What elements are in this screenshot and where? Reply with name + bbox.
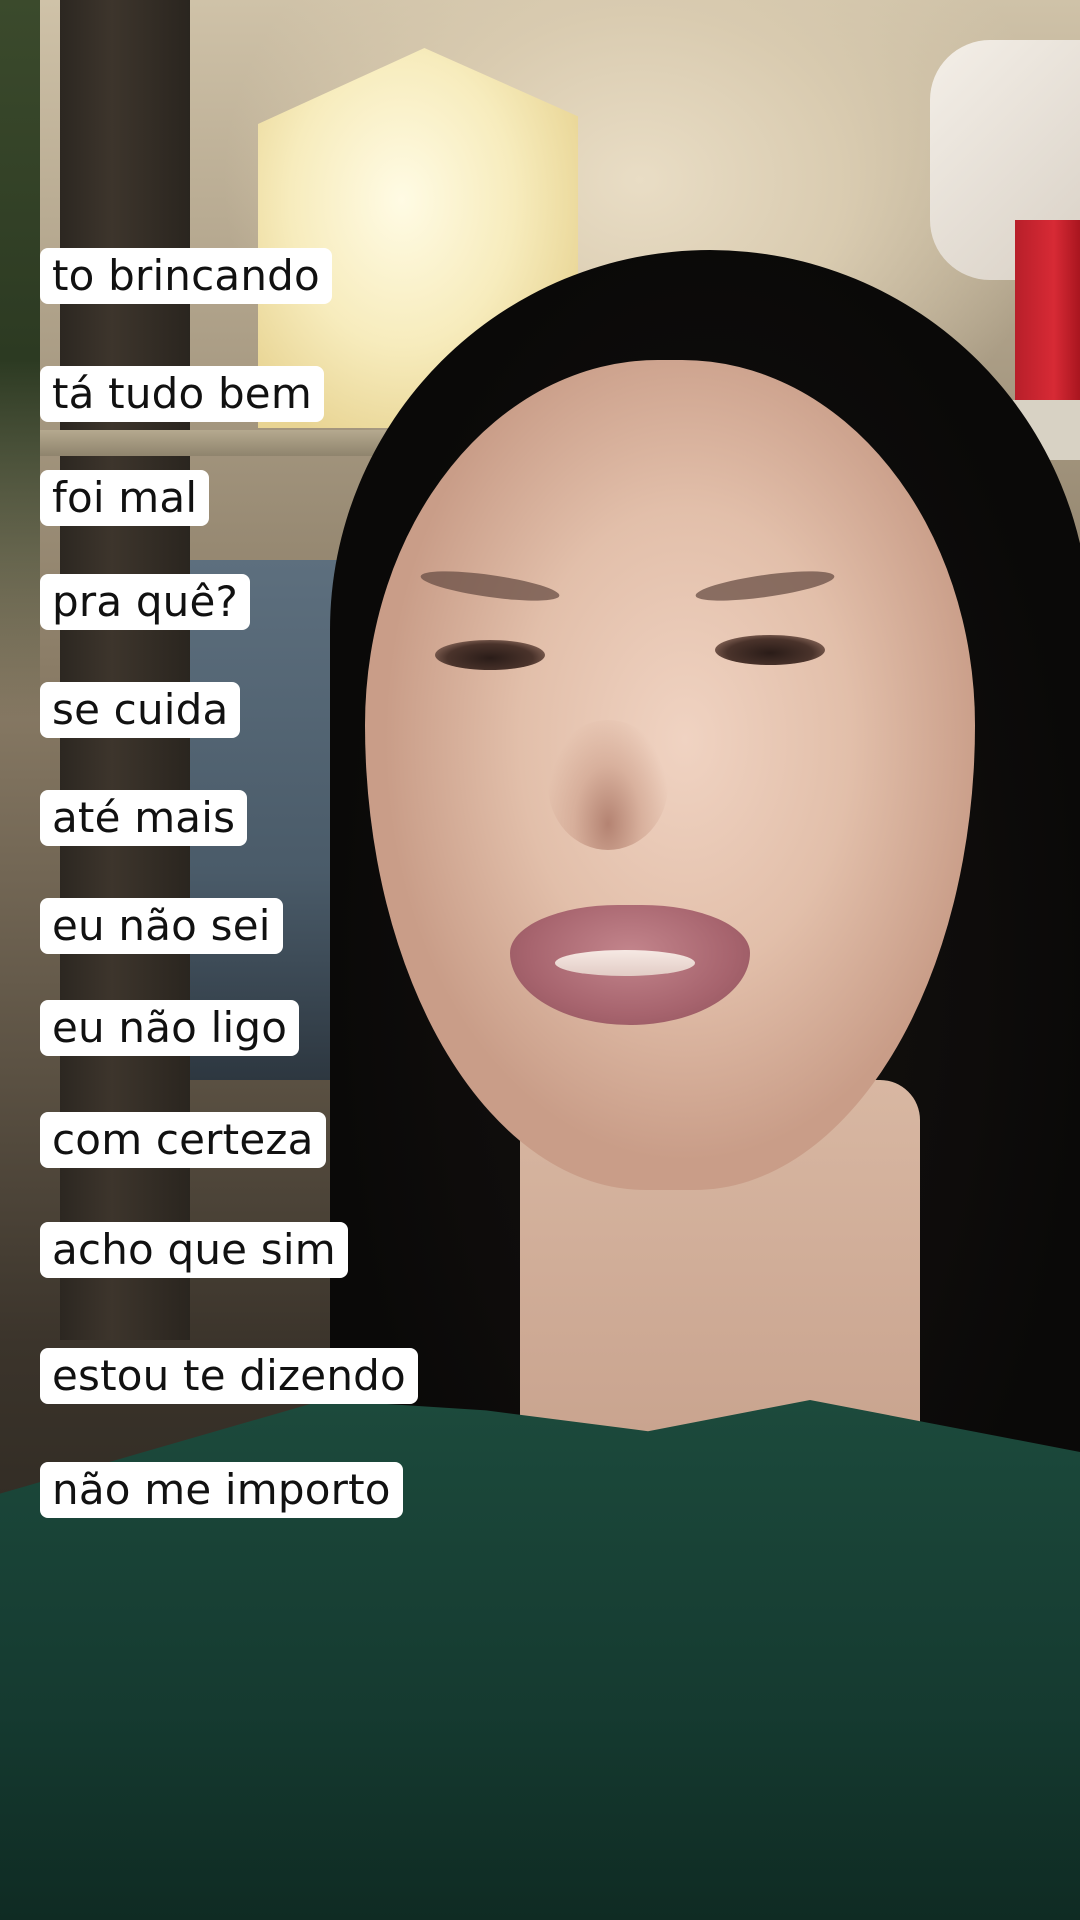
caption-item: eu não sei xyxy=(40,898,283,954)
caption-item: foi mal xyxy=(40,470,210,526)
caption-item: acho que sim xyxy=(40,1222,348,1278)
caption-item: se cuida xyxy=(40,682,241,738)
caption-item: estou te dizendo xyxy=(40,1348,418,1404)
caption-item: não me importo xyxy=(40,1462,403,1518)
caption-item: tá tudo bem xyxy=(40,366,324,422)
caption-item: até mais xyxy=(40,790,248,846)
video-frame: to brincando tá tudo bem foi mal pra quê… xyxy=(0,0,1080,1920)
caption-item: pra quê? xyxy=(40,574,251,630)
caption-item: com certeza xyxy=(40,1112,326,1168)
caption-list: to brincando tá tudo bem foi mal pra quê… xyxy=(0,0,1080,1920)
caption-item: eu não ligo xyxy=(40,1000,300,1056)
caption-item: to brincando xyxy=(40,248,332,304)
